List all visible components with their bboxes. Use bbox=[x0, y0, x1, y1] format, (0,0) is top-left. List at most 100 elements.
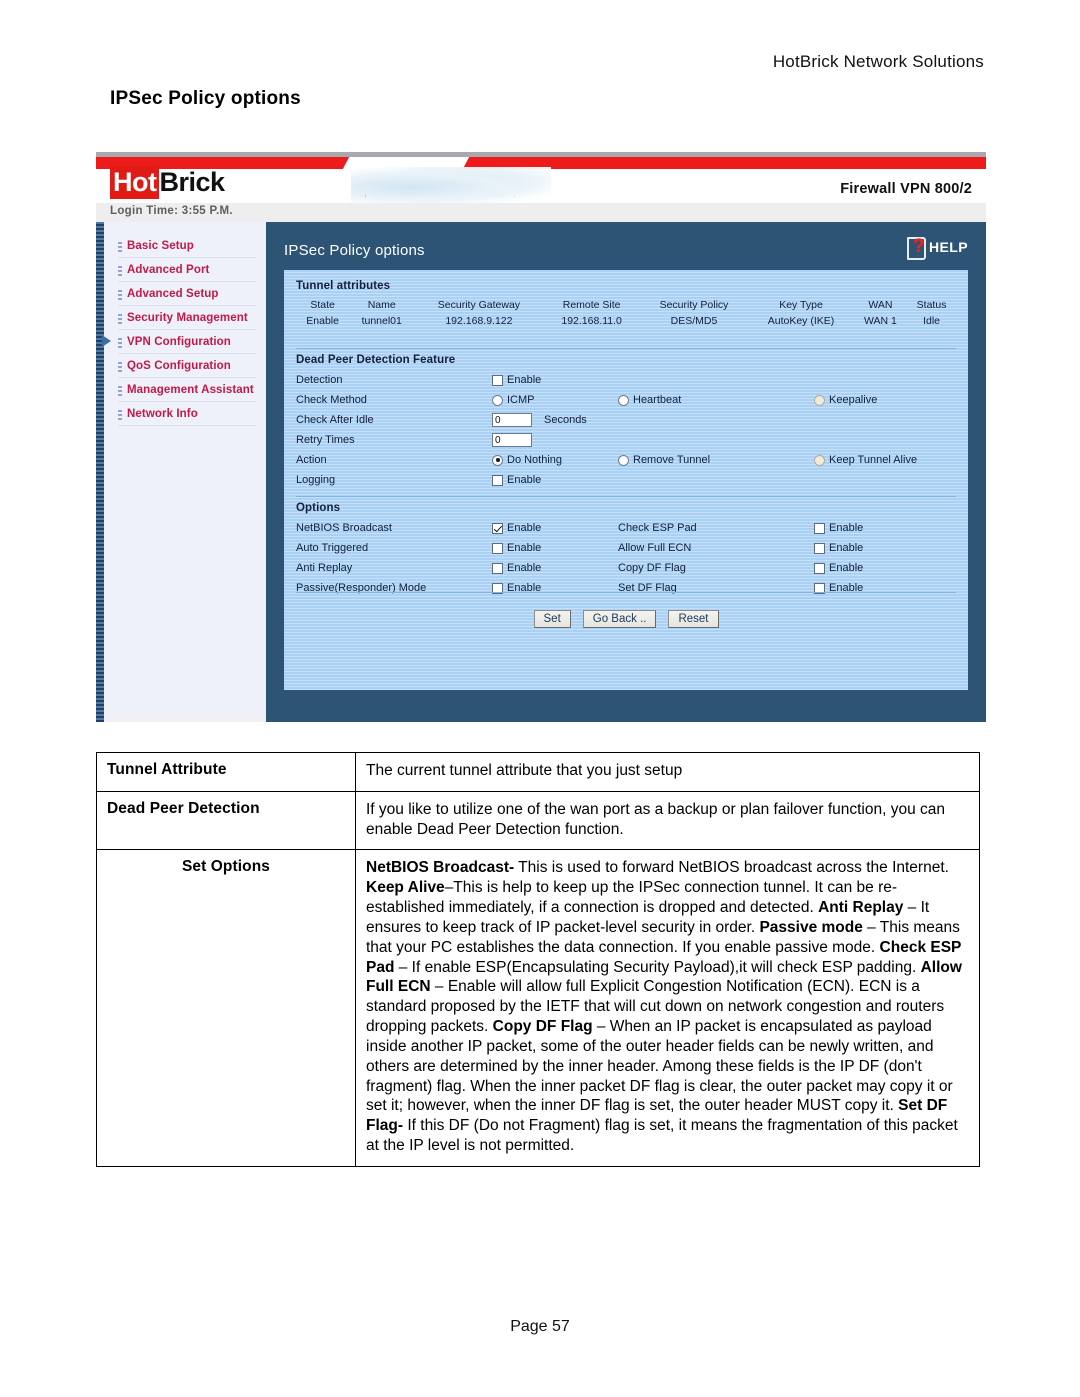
options-title: Options bbox=[296, 502, 341, 514]
check-method-option-keepalive[interactable]: Keepalive bbox=[814, 394, 877, 406]
options-rows: NetBIOS Broadcast Enable Check ESP Pad Enab… bbox=[296, 518, 960, 598]
option-right-control[interactable]: Enable bbox=[814, 542, 863, 554]
set-button[interactable]: Set bbox=[533, 610, 571, 628]
check-method-option-icmp[interactable]: ICMP bbox=[492, 394, 535, 406]
table-header-cell: State bbox=[310, 299, 335, 311]
option-right-label-wrap: Copy DF Flag bbox=[618, 562, 686, 574]
description-row: Dead Peer Detection If you like to utiliz… bbox=[96, 790, 980, 851]
login-time-bar: Login Time: 3:55 P.M. bbox=[96, 203, 986, 222]
bullet-icon bbox=[118, 311, 122, 324]
table-cell: WAN 1 bbox=[863, 315, 897, 328]
option-right-checkbox[interactable] bbox=[814, 522, 825, 534]
table-header-cell: Remote Site bbox=[562, 299, 621, 311]
dpd-title: Dead Peer Detection Feature bbox=[296, 354, 456, 366]
check-method-option-heartbeat[interactable]: Heartbeat bbox=[618, 394, 681, 406]
options-row: NetBIOS Broadcast Enable Check ESP Pad Enab… bbox=[296, 518, 960, 538]
help-button[interactable]: ? HELP bbox=[907, 236, 968, 260]
router-ui-screenshot: Hot Brick Firewall VPN 800/2 Login Time: … bbox=[96, 152, 986, 722]
description-value: NetBIOS Broadcast- This is used to forwa… bbox=[355, 849, 980, 1167]
bullet-icon bbox=[118, 359, 122, 372]
retry-times-label: Retry Times bbox=[296, 434, 355, 446]
table-cell: AutoKey (IKE) bbox=[767, 315, 835, 328]
table-header-cell: Name bbox=[367, 299, 396, 311]
option-left-control[interactable]: Enable bbox=[492, 542, 541, 554]
option-right-enable-label: Enable bbox=[829, 522, 864, 534]
description-key: Set Options bbox=[96, 849, 356, 1167]
sidebar-item-label: Basic Setup bbox=[127, 239, 194, 252]
description-row: Set Options NetBIOS Broadcast- This is us… bbox=[96, 849, 980, 1167]
logo-hot-text: Hot bbox=[110, 166, 160, 199]
device-model-label: Firewall VPN 800/2 bbox=[840, 181, 972, 197]
option-left-checkbox[interactable] bbox=[492, 562, 503, 574]
action-option-do-nothing[interactable]: Do Nothing bbox=[492, 454, 562, 466]
bullet-icon bbox=[118, 239, 122, 252]
form-buttons: Set Go Back .. Reset bbox=[284, 610, 968, 628]
detection-enable-control[interactable]: Enable bbox=[492, 374, 541, 386]
radio-heartbeat[interactable] bbox=[618, 394, 629, 406]
option-left-control[interactable]: Enable bbox=[492, 522, 541, 534]
reset-button[interactable]: Reset bbox=[668, 610, 719, 628]
option-right-control[interactable]: Enable bbox=[814, 562, 863, 574]
document-header-right: HotBrick Network Solutions bbox=[772, 52, 984, 71]
detection-checkbox[interactable] bbox=[492, 374, 503, 386]
label-remove-tunnel: Remove Tunnel bbox=[633, 454, 711, 466]
detection-enable-label: Enable bbox=[507, 374, 542, 386]
check-after-idle-control: Seconds bbox=[492, 413, 587, 427]
option-right-enable-label: Enable bbox=[829, 562, 864, 574]
content-area: IPSec Policy options ? HELP Tunnel attri… bbox=[266, 222, 986, 722]
sidebar-item-qos-configuration[interactable]: QoS Configuration bbox=[118, 354, 256, 378]
sidebar-item-management-assistant[interactable]: Management Assistant bbox=[118, 378, 256, 402]
option-right-checkbox[interactable] bbox=[814, 562, 825, 574]
action-option-remove-tunnel[interactable]: Remove Tunnel bbox=[618, 454, 710, 466]
description-table: Tunnel Attribute The current tunnel attri… bbox=[96, 752, 980, 1167]
radio-remove-tunnel[interactable] bbox=[618, 454, 629, 466]
check-after-idle-label: Check After Idle bbox=[296, 414, 374, 426]
sidebar-item-network-info[interactable]: Network Info bbox=[118, 402, 256, 426]
sidebar-item-label: Advanced Port bbox=[127, 263, 210, 276]
description-value: The current tunnel attribute that you ju… bbox=[355, 752, 980, 792]
option-left-checkbox[interactable] bbox=[492, 522, 503, 534]
label-keepalive: Keepalive bbox=[829, 394, 878, 406]
sidebar-item-basic-setup[interactable]: Basic Setup bbox=[118, 234, 256, 258]
table-cell: DES/MD5 bbox=[670, 315, 718, 328]
hotbrick-logo: Hot Brick bbox=[110, 166, 225, 199]
sidebar-item-advanced-port[interactable]: Advanced Port bbox=[118, 258, 256, 282]
radio-icmp[interactable] bbox=[492, 394, 503, 406]
check-after-idle-unit: Seconds bbox=[544, 414, 587, 426]
logging-checkbox[interactable] bbox=[492, 474, 503, 486]
check-after-idle-input[interactable] bbox=[492, 413, 532, 427]
option-left-checkbox[interactable] bbox=[492, 542, 503, 554]
options-row: Anti Replay Enable Copy DF Flag Enable bbox=[296, 558, 960, 578]
page-number: Page 57 bbox=[510, 1318, 570, 1335]
option-right-label: Check ESP Pad bbox=[618, 522, 697, 534]
option-right-control[interactable]: Enable bbox=[814, 522, 863, 534]
label-do-nothing: Do Nothing bbox=[507, 454, 563, 466]
go-back-button[interactable]: Go Back .. bbox=[582, 610, 657, 628]
action-option-keep-tunnel-alive[interactable]: Keep Tunnel Alive bbox=[814, 454, 917, 466]
sidebar-item-vpn-configuration[interactable]: VPN Configuration bbox=[102, 330, 256, 354]
question-mark-icon: ? bbox=[913, 236, 925, 257]
form-panel: Tunnel attributes State Name Security Gate… bbox=[284, 270, 968, 690]
sidebar-item-security-management[interactable]: Security Management bbox=[118, 306, 256, 330]
option-right-checkbox[interactable] bbox=[814, 542, 825, 554]
option-left-control[interactable]: Enable bbox=[492, 562, 541, 574]
radio-keepalive[interactable] bbox=[814, 394, 825, 406]
retry-times-input[interactable] bbox=[492, 433, 532, 447]
logging-enable-control[interactable]: Enable bbox=[492, 474, 541, 486]
option-left-label: NetBIOS Broadcast bbox=[296, 522, 392, 534]
option-right-label: Allow Full ECN bbox=[618, 542, 692, 554]
sidebar-item-label: Management Assistant bbox=[127, 383, 254, 396]
tunnel-attributes-section: Tunnel attributes State Name Security Gate… bbox=[296, 280, 956, 329]
bullet-icon bbox=[118, 383, 122, 396]
option-left-enable-label: Enable bbox=[507, 522, 542, 534]
bullet-icon bbox=[118, 407, 122, 420]
radio-do-nothing[interactable] bbox=[492, 454, 503, 466]
table-cell: Enable bbox=[306, 315, 339, 328]
divider-2 bbox=[296, 496, 956, 497]
sidebar-item-advanced-setup[interactable]: Advanced Setup bbox=[118, 282, 256, 306]
radio-keep-tunnel-alive[interactable] bbox=[814, 454, 825, 466]
action-label: Action bbox=[296, 454, 327, 466]
description-key: Dead Peer Detection bbox=[96, 790, 356, 851]
row-check-method: Check Method ICMP Heartbeat Keepalive bbox=[296, 390, 960, 410]
active-arrow-icon bbox=[102, 335, 111, 347]
